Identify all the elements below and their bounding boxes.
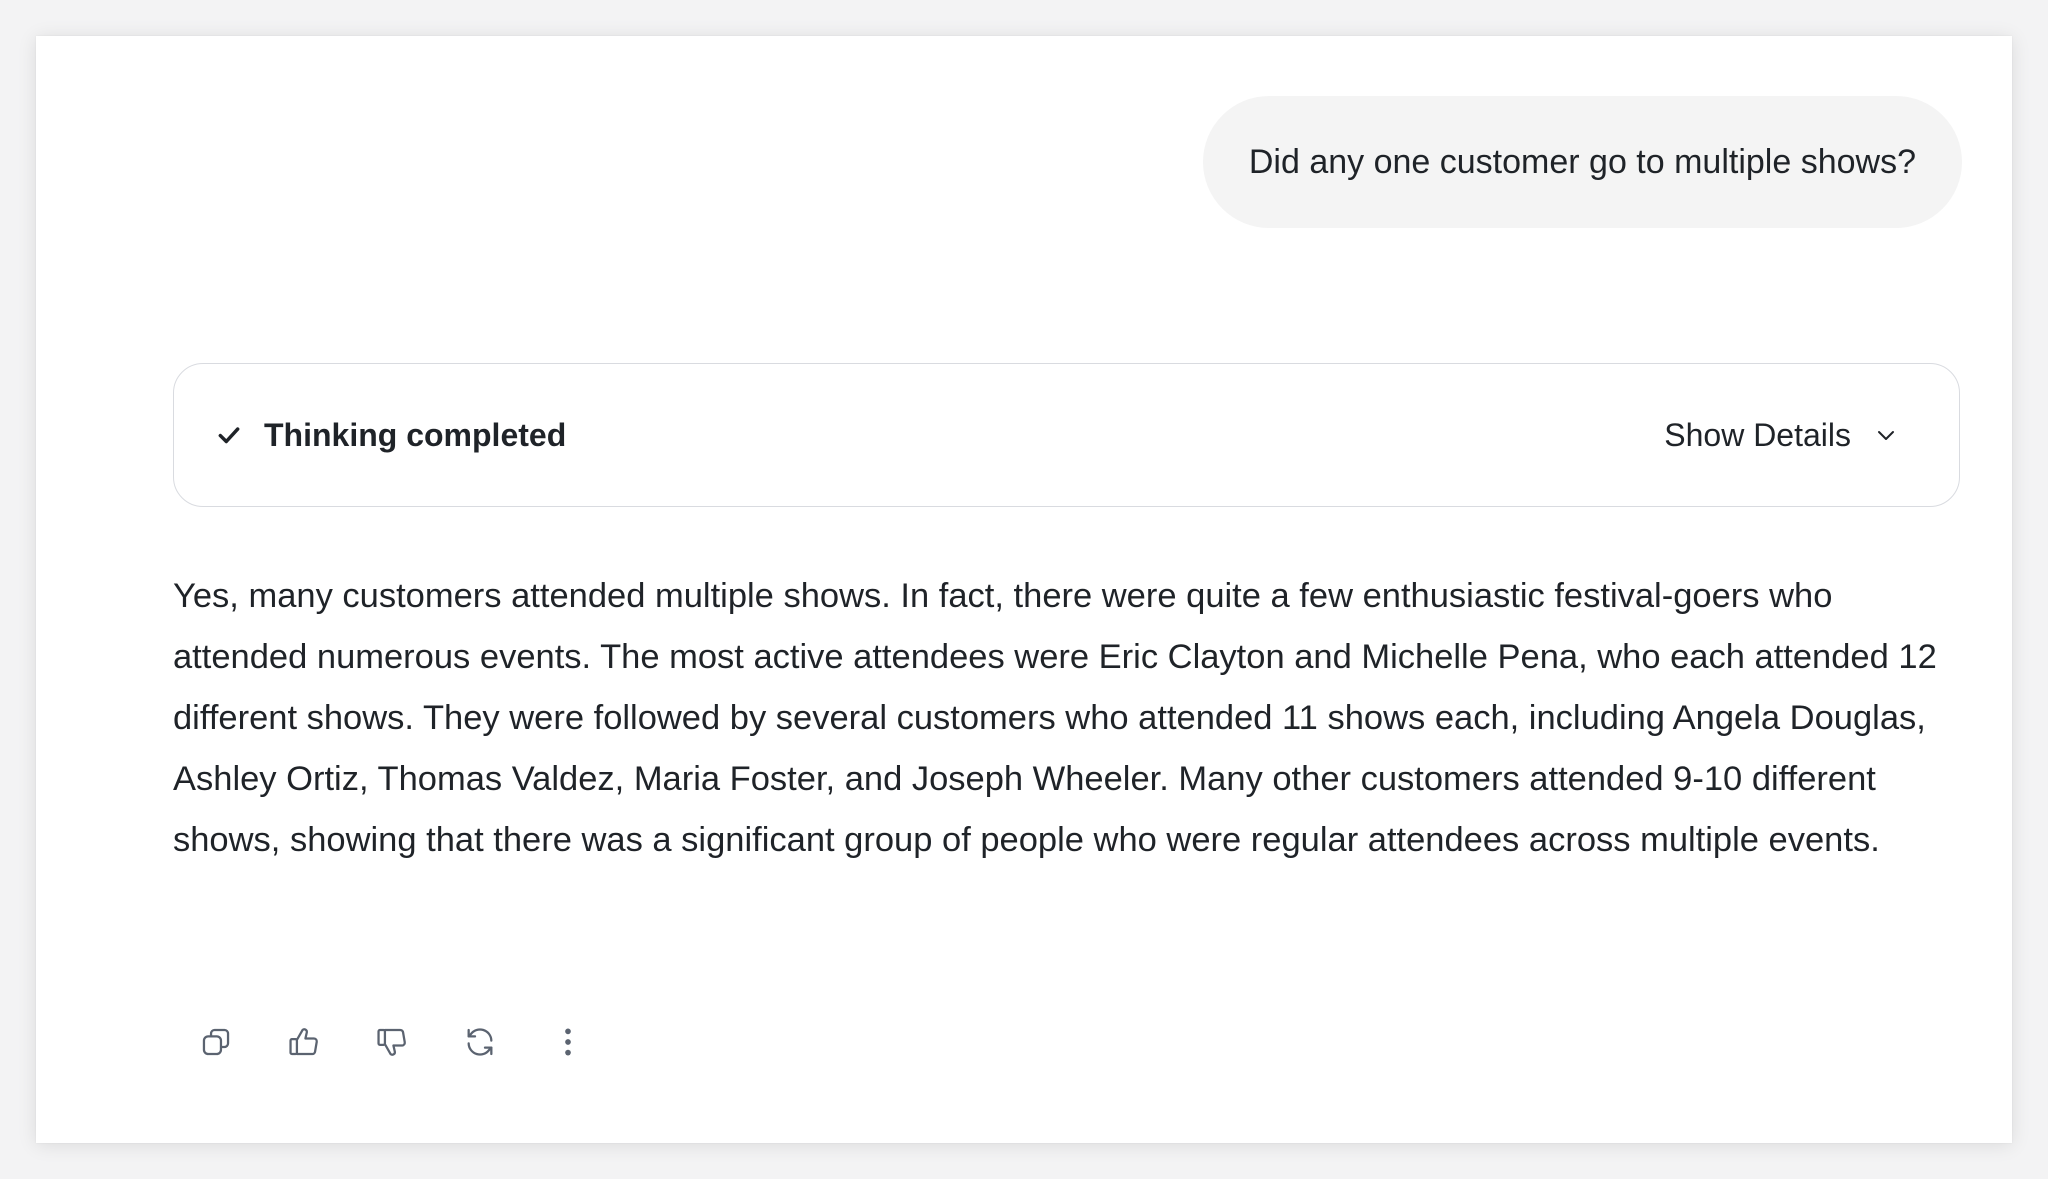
thumbs-up-button[interactable] (274, 1014, 334, 1074)
copy-button[interactable] (186, 1014, 246, 1074)
thumbs-down-icon (375, 1025, 409, 1064)
show-details-button[interactable]: Show Details (1664, 417, 1899, 454)
thumbs-down-button[interactable] (362, 1014, 422, 1074)
more-options-button[interactable] (538, 1014, 598, 1074)
chat-panel: Did any one customer go to multiple show… (36, 36, 2012, 1143)
show-details-label: Show Details (1664, 416, 1851, 453)
copy-icon (199, 1025, 233, 1064)
thumbs-up-icon (287, 1025, 321, 1064)
regenerate-button[interactable] (450, 1014, 510, 1074)
assistant-message-text: Yes, many customers attended multiple sh… (173, 577, 1937, 859)
page: Did any one customer go to multiple show… (0, 0, 2048, 1179)
thinking-status: Thinking completed (214, 417, 566, 454)
message-actions-bar (186, 1014, 626, 1074)
chevron-down-icon (1873, 422, 1899, 448)
more-vertical-icon (551, 1025, 585, 1064)
thinking-status-panel: Thinking completed Show Details (173, 363, 1960, 507)
user-message-bubble: Did any one customer go to multiple show… (1202, 96, 1962, 228)
thinking-status-label: Thinking completed (264, 416, 567, 453)
user-message-text: Did any one customer go to multiple show… (1248, 142, 1916, 181)
check-icon (214, 420, 244, 450)
refresh-icon (463, 1025, 497, 1064)
